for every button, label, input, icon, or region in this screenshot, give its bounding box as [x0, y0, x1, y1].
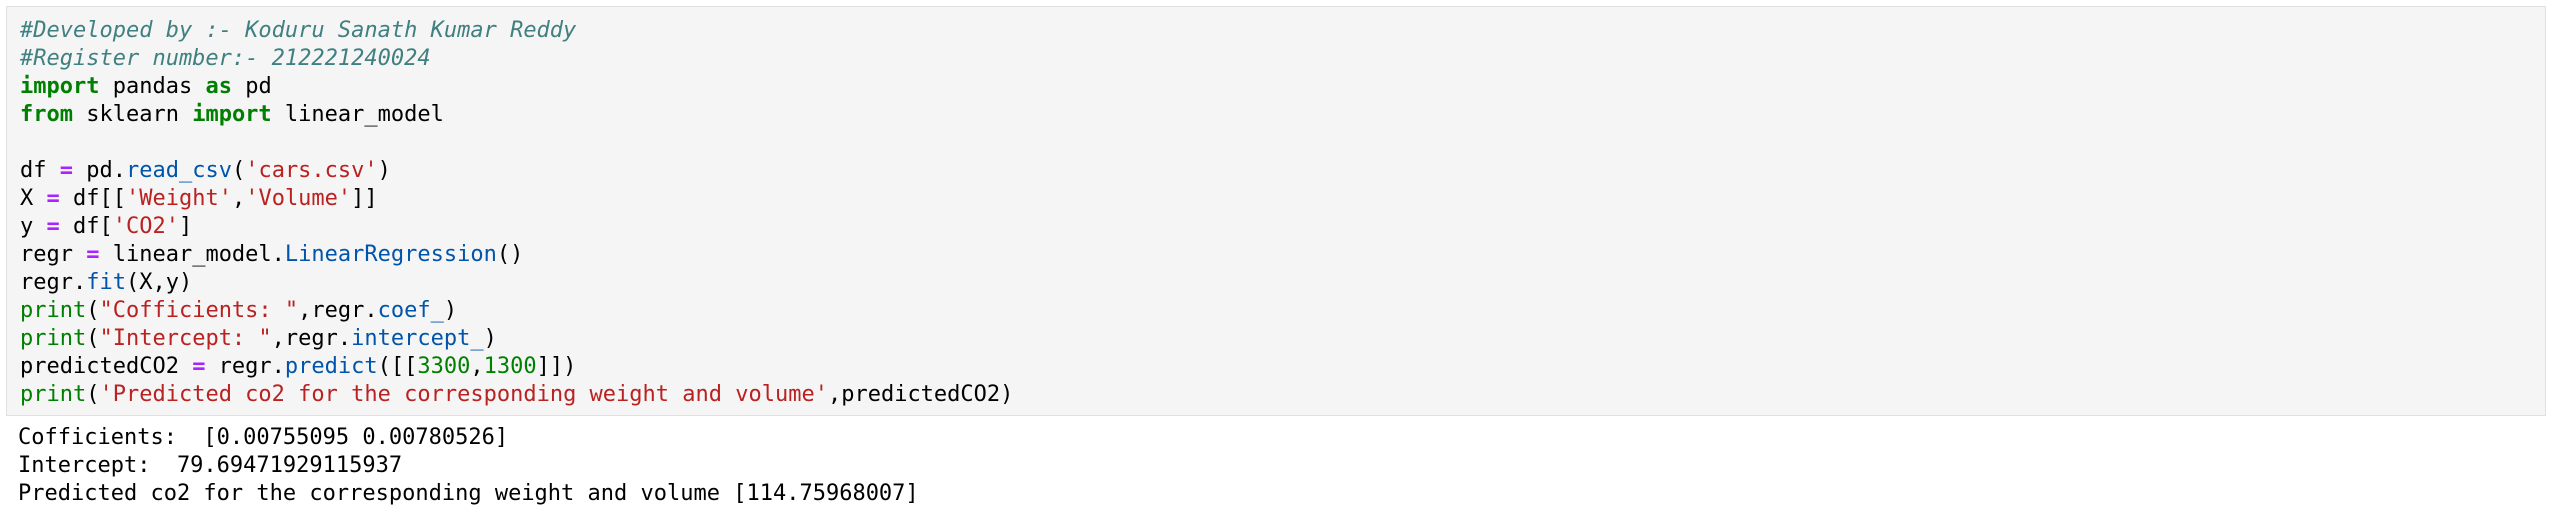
code-token: (	[86, 382, 100, 407]
code-token: regr.	[205, 354, 285, 379]
code-token: )	[443, 298, 458, 323]
code-token: read_csv	[125, 158, 232, 183]
code-token: df[[	[59, 186, 126, 211]
code-token: ,regr.	[298, 298, 378, 323]
code-token: df[	[59, 214, 113, 239]
code-token: =	[59, 158, 73, 183]
code-editor[interactable]: #Developed by :- Koduru Sanath Kumar Red…	[20, 17, 1013, 409]
code-token: =	[86, 242, 100, 267]
output-line: Intercept: 79.69471929115937	[18, 453, 403, 478]
code-line: #Developed by :- Koduru Sanath Kumar Red…	[20, 17, 1013, 45]
code-token: sklearn	[72, 102, 193, 127]
code-token: from	[20, 102, 73, 127]
code-token: #Register number:- 212221240024	[20, 46, 431, 71]
code-token: ()	[496, 242, 524, 267]
code-token: )	[483, 326, 497, 351]
code-line: print("Intercept: ",regr.intercept_)	[20, 325, 1013, 353]
code-line: print('Predicted co2 for the correspondi…	[20, 381, 1013, 409]
code-token: (	[231, 158, 246, 183]
code-token: (	[86, 298, 100, 323]
code-token: pd	[231, 74, 272, 99]
code-line: from sklearn import linear_model	[20, 101, 1013, 129]
code-token: linear_model	[271, 102, 444, 127]
code-token: print	[20, 382, 87, 407]
code-token: =	[192, 354, 206, 379]
code-token: y	[20, 214, 47, 239]
code-token: 'cars.csv'	[245, 158, 378, 183]
code-token: 'Predicted co2 for the corresponding wei…	[99, 382, 828, 407]
output-line: Cofficients: [0.00755095 0.00780526]	[18, 425, 509, 450]
cell-output: Cofficients: [0.00755095 0.00780526] Inte…	[18, 424, 919, 508]
code-token: import	[20, 74, 100, 99]
code-token: regr.	[20, 270, 87, 295]
code-token: regr	[20, 242, 87, 267]
code-token: LinearRegression	[284, 242, 497, 267]
code-token: ]])	[536, 354, 577, 379]
code-token: ]	[178, 214, 193, 239]
code-token: pd.	[73, 158, 126, 183]
code-token: predictedCO2	[20, 354, 193, 379]
code-line: predictedCO2 = regr.predict([[3300,1300]…	[20, 353, 1013, 381]
code-token: 3300	[417, 354, 471, 379]
code-token: "Cofficients: "	[99, 298, 299, 323]
code-line: import pandas as pd	[20, 73, 1013, 101]
code-token: ,predictedCO2)	[827, 382, 1014, 407]
code-cell-input[interactable]: #Developed by :- Koduru Sanath Kumar Red…	[6, 6, 2546, 416]
code-token: ,	[470, 354, 484, 379]
code-token: fit	[86, 270, 126, 295]
code-token: as	[205, 74, 232, 99]
code-token: )	[377, 158, 391, 183]
code-token: print	[20, 326, 87, 351]
code-token: df	[20, 158, 60, 183]
code-token: intercept_	[351, 326, 484, 351]
code-token: import	[192, 102, 272, 127]
code-token: (X,y)	[125, 270, 193, 295]
code-token: print	[20, 298, 87, 323]
code-token: =	[46, 214, 60, 239]
code-line: y = df['CO2']	[20, 213, 1013, 241]
code-token: "Intercept: "	[99, 326, 272, 351]
code-line: regr = linear_model.LinearRegression()	[20, 241, 1013, 269]
code-line: #Register number:- 212221240024	[20, 45, 1013, 73]
code-token: predict	[284, 354, 378, 379]
code-token: coef_	[377, 298, 444, 323]
code-token: pandas	[99, 74, 206, 99]
code-line: X = df[['Weight','Volume']]	[20, 185, 1013, 213]
code-token: ,	[231, 186, 246, 211]
code-token: 'Weight'	[125, 186, 232, 211]
code-line: print("Cofficients: ",regr.coef_)	[20, 297, 1013, 325]
code-token: ]]	[351, 186, 378, 211]
code-line: df = pd.read_csv('cars.csv')	[20, 157, 1013, 185]
code-token: =	[46, 186, 60, 211]
code-token: ,regr.	[271, 326, 352, 351]
code-token: #Developed by :- Koduru Sanath Kumar Red…	[20, 18, 577, 43]
code-token: 'CO2'	[112, 214, 179, 239]
code-token: (	[86, 326, 100, 351]
code-token: 1300	[483, 354, 537, 379]
code-line: regr.fit(X,y)	[20, 269, 1013, 297]
output-line: Predicted co2 for the corresponding weig…	[18, 481, 919, 506]
code-token: linear_model.	[99, 242, 285, 267]
code-token: X	[20, 186, 47, 211]
code-token: ([[	[377, 354, 418, 379]
code-token: 'Volume'	[245, 186, 352, 211]
